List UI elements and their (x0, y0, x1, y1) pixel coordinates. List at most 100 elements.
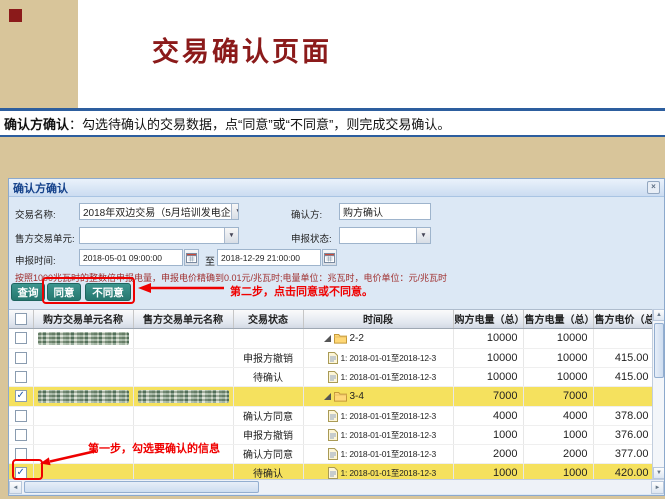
declare-status-select[interactable]: ▼ (339, 227, 431, 244)
scroll-down-icon[interactable]: ▼ (653, 467, 665, 479)
close-button[interactable]: × (647, 181, 660, 194)
scroll-up-icon[interactable]: ▲ (653, 309, 665, 321)
col-header-sell-qty[interactable]: 售方电量（总） (523, 310, 593, 328)
step2-annotation: 第二步，点击同意或不同意。 (230, 283, 373, 299)
cell-sell-qty: 4000 (523, 406, 593, 425)
cell-sell-qty: 2000 (523, 444, 593, 463)
period-text: 1: 2018-01-01至2018-12-3 (341, 352, 437, 364)
cell-buyer (33, 406, 133, 425)
row-checkbox[interactable] (15, 429, 27, 441)
document-icon (328, 429, 338, 441)
confirmer-field[interactable]: 购方确认 (339, 203, 431, 220)
row-checkbox[interactable] (15, 332, 27, 344)
tree-expander-icon[interactable] (324, 393, 331, 400)
time-from-field[interactable]: 2018-05-01 09:00:00 (79, 249, 183, 266)
cell-checkbox (9, 425, 33, 444)
cell-status: 确认方同意 (233, 406, 303, 425)
cell-period: 1: 2018-01-01至2018-12-3 (303, 444, 453, 463)
calendar-icon (186, 252, 197, 263)
dropdown-arrow-icon[interactable]: ▼ (416, 228, 430, 243)
table-row[interactable]: ✓ 3-4 7000 7000 (9, 386, 654, 406)
select-all-checkbox[interactable] (15, 313, 27, 325)
cell-seller (133, 386, 233, 406)
window-title: 确认方确认 (13, 180, 68, 196)
cell-sell-qty: 7000 (523, 386, 593, 406)
vertical-scrollbar[interactable]: ▲ ▼ (652, 309, 664, 479)
calendar-button[interactable] (184, 249, 199, 266)
cell-buy-qty: 10000 (453, 328, 523, 348)
table-row[interactable]: 确认方同意 1: 2018-01-01至2018-12-3 4000 4000 … (9, 406, 654, 425)
document-icon (328, 410, 338, 422)
cell-checkbox (9, 348, 33, 367)
period-text: 1: 2018-01-01至2018-12-3 (341, 371, 437, 383)
step2-arrow (136, 282, 228, 294)
cell-status (233, 328, 303, 348)
document-icon (328, 352, 338, 364)
corner-accent (9, 9, 22, 22)
document-icon (328, 371, 338, 383)
calendar-button[interactable] (322, 249, 337, 266)
cell-period: 2-2 (303, 328, 453, 348)
table-row[interactable]: 待确认 1: 2018-01-01至2018-12-3 10000 10000 … (9, 367, 654, 386)
cell-status (233, 386, 303, 406)
cell-price: 377.00 (593, 444, 654, 463)
cell-buy-qty: 7000 (453, 386, 523, 406)
cell-buy-qty: 4000 (453, 406, 523, 425)
horizontal-scrollbar[interactable]: ◄ ► (9, 479, 664, 494)
tree-node-label: 3-4 (350, 391, 364, 402)
scroll-right-icon[interactable]: ► (651, 481, 664, 494)
col-header-status[interactable]: 交易状态 (233, 310, 303, 328)
cell-status: 申报方撤销 (233, 348, 303, 367)
table-row[interactable]: 2-2 10000 10000 (9, 328, 654, 348)
trade-name-select[interactable]: 2018年双边交易（5月培训发电企 ▼ (79, 203, 239, 220)
row-checkbox[interactable]: ✓ (15, 390, 27, 402)
table-header-row: 购方交易单元名称 售方交易单元名称 交易状态 时间段 购方电量（总） 售方电量（… (9, 310, 654, 328)
redacted-name (38, 332, 129, 345)
col-header-buy-qty[interactable]: 购方电量（总） (453, 310, 523, 328)
window-titlebar: 确认方确认 × (9, 179, 664, 197)
page-title: 交易确认页面 (152, 30, 332, 69)
cell-price: 415.00 (593, 367, 654, 386)
folder-icon (334, 391, 347, 402)
scroll-left-icon[interactable]: ◄ (9, 481, 22, 494)
cell-period: 1: 2018-01-01至2018-12-3 (303, 348, 453, 367)
col-header-seller[interactable]: 售方交易单元名称 (133, 310, 233, 328)
cell-sell-qty: 10000 (523, 348, 593, 367)
close-icon: × (651, 182, 656, 191)
horizontal-scroll-thumb[interactable] (24, 481, 259, 493)
col-header-period[interactable]: 时间段 (303, 310, 453, 328)
cell-buyer (33, 386, 133, 406)
cell-seller (133, 328, 233, 348)
row-checkbox[interactable] (15, 448, 27, 460)
time-to-field[interactable]: 2018-12-29 21:00:00 (217, 249, 321, 266)
row-checkbox[interactable] (15, 352, 27, 364)
folder-icon (334, 333, 347, 344)
cell-status: 申报方撤销 (233, 425, 303, 444)
cell-period: 1: 2018-01-01至2018-12-3 (303, 367, 453, 386)
period-text: 1: 2018-01-01至2018-12-3 (341, 467, 437, 479)
document-icon (328, 467, 338, 479)
to-label: 至 (205, 253, 215, 268)
col-header-select[interactable] (9, 310, 33, 328)
dropdown-arrow-icon[interactable]: ▼ (224, 228, 238, 243)
cell-seller (133, 367, 233, 386)
seller-unit-label: 售方交易单元: (15, 231, 75, 245)
col-header-price[interactable]: 售方电价（总） (593, 310, 654, 328)
cell-sell-qty: 10000 (523, 328, 593, 348)
trade-name-label: 交易名称: (15, 207, 56, 221)
seller-unit-select[interactable]: ▼ (79, 227, 239, 244)
cell-sell-qty: 10000 (523, 367, 593, 386)
redacted-name (38, 390, 129, 403)
tree-expander-icon[interactable] (324, 335, 331, 342)
time-to-value: 2018-12-29 21:00:00 (221, 253, 300, 263)
table-row[interactable]: 申报方撤销 1: 2018-01-01至2018-12-3 10000 1000… (9, 348, 654, 367)
vertical-scroll-thumb[interactable] (654, 323, 664, 378)
col-header-buyer[interactable]: 购方交易单元名称 (33, 310, 133, 328)
query-button[interactable]: 查询 (11, 283, 45, 301)
row-checkbox[interactable] (15, 371, 27, 383)
cell-status: 确认方同意 (233, 444, 303, 463)
tree-node-label: 2-2 (350, 333, 364, 344)
dropdown-arrow-icon[interactable]: ▼ (231, 204, 239, 219)
row-checkbox[interactable] (15, 410, 27, 422)
cell-buy-qty: 2000 (453, 444, 523, 463)
